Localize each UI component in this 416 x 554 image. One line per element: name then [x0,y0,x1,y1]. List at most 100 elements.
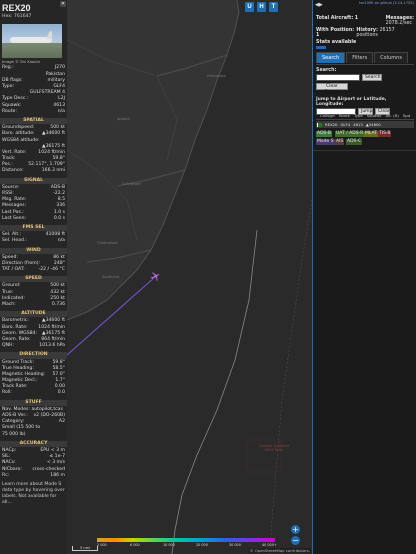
sidebar-tabs: Search Filters Columns [316,52,409,63]
info-key[interactable]: 75 000 lb) [2,432,26,438]
map-button-u[interactable]: U [245,2,254,12]
table-header[interactable]: Callsign [320,113,335,119]
hex-id: Hex: 761647 [2,14,32,20]
sidebar-toggle-icon[interactable]: ◀▶ [315,2,323,8]
map-attribution[interactable]: © OpenStreetMap contributors. [248,548,311,553]
stats-block: Total Aircraft: 1 Messages: 2078.2/sec Wi… [316,16,414,51]
info-row: Sel. Head.: n/a [0,238,67,244]
aircraft-photo-tail [46,31,52,40]
info-value: 0.0 s [53,215,65,221]
info-value: ▲34600 ft [42,131,65,137]
total-aircraft-label: Total Aircraft: [316,16,354,21]
tab-search[interactable]: Search [316,52,346,63]
info-row: Last Seen: 0.0 s [0,216,67,222]
filter-chip[interactable]: ADS-B [316,131,332,137]
info-key[interactable]: WGS84 altitude: [2,138,40,144]
info-value: A2 [58,419,65,425]
table-header[interactable]: Route [339,113,350,119]
place-label: Felixstowe [207,74,226,78]
messages: Messages: 2078.2/sec [386,16,414,26]
aircraft-photo-fuselage [10,37,52,44]
place-label: Chelmsford [97,241,118,245]
info-footer: Learn more about Mode S data type by hov… [2,481,65,506]
flag-icon [317,122,322,127]
map-view[interactable]: Ipswich Colchester Chelmsford Felixstowe Sou… [67,0,312,554]
clear-search-button[interactable]: Clear Search [316,83,348,95]
info-key: Reg.: [2,65,14,71]
table-row[interactable]: REX20 GLF4 4613 ▲34600 [316,121,414,128]
sidebar: tar1090 on github (3.14.1752) ◀▶ Total A… [313,0,416,554]
info-value: -22 / -46 °C [38,267,65,273]
search-button[interactable]: Search [362,74,382,81]
section-header[interactable]: WIND [0,247,67,254]
section-header[interactable]: SPATIAL [0,117,67,125]
info-key[interactable]: TAT / OAT: [2,267,25,273]
aircraft-info-panel: REX20 Hex: 761647 ✕ Image © Shi Xiaolin … [0,0,67,554]
section-header[interactable]: ACCURACY [0,440,67,447]
info-value: 0.736 [51,302,65,308]
filter-chip[interactable]: AIS [335,139,345,145]
filter-chip[interactable]: ADS-C [346,139,363,145]
aircraft-header: REX20 Hex: 761647 ✕ [0,0,67,21]
section-header[interactable]: ALTITUDE [0,311,67,318]
tab-filters[interactable]: Filters [346,52,374,63]
version-link[interactable]: tar1090 on github (3.14.1752) [359,1,414,5]
with-position: With Position: 1 [316,28,356,38]
place-label: Southend [102,275,120,279]
table-header[interactable]: Alt. (ft) [386,113,399,119]
filter-chip[interactable]: UAT / ADS-R [335,131,365,137]
stats-available-label: Stats available [316,40,357,45]
jump-label: Jump to Airport or Latitude, Longitude: [316,97,387,107]
info-row: Mach: 0.736 [0,302,67,308]
callsign[interactable]: REX20 [2,2,65,14]
place-label: Colchester [122,182,142,186]
table-header[interactable]: Squawk [367,113,382,119]
info-key[interactable]: Rc: [2,473,9,479]
search-box: Search: Search Clear Search Jump to Airp… [316,64,414,115]
cell-callsign: REX20 [325,122,338,127]
search-input[interactable] [316,74,360,81]
scale-bar: 5 nmi [72,546,98,551]
tab-columns[interactable]: Columns [374,52,408,63]
info-key[interactable]: Roll: [2,390,12,396]
cell-type: GLF4 [340,122,351,127]
history: History: 26157 positions [356,28,414,38]
source-filter-chips: ADS-B UAT / ADS-R MLAT TIS-B Mode S AIS ADS-C [316,130,414,148]
map-button-h[interactable]: H [257,2,266,12]
cell-squawk: 4613 [353,122,363,127]
info-key[interactable]: Last Seen: [2,216,26,222]
table-header[interactable]: Spd [403,113,410,119]
aircraft-table-header: Callsign Route Type Squawk Alt. (ft) Spd [316,113,414,120]
section-header[interactable]: DIRECTION [0,352,67,359]
section-header[interactable]: STUFF [0,399,67,406]
close-icon[interactable]: ✕ [60,1,66,7]
altitude-legend-label: 20 000 [196,543,208,547]
filter-chip[interactable]: Mode S [316,139,335,145]
info-key[interactable]: QNH: [2,343,14,349]
total-aircraft: Total Aircraft: 1 [316,16,358,26]
section-header[interactable]: SIGNAL [0,177,67,184]
info-value: n/a [57,238,65,244]
zoom-out-button[interactable]: − [291,536,300,545]
section-header[interactable]: FMS SEL [0,224,67,232]
info-key[interactable]: Distance: [2,168,24,174]
info-key[interactable]: Mach: [2,302,16,308]
section-header[interactable]: SPEED [0,276,67,283]
info-value: 1013.6 hPa [39,343,65,349]
aircraft-photo[interactable] [2,24,62,59]
total-aircraft-value: 1 [354,16,359,21]
stats-available: Stats available [316,40,414,51]
altitude-legend-bar [97,538,275,542]
zoom-in-button[interactable]: + [291,525,300,534]
altitude-legend-label: 6 000 [130,543,140,547]
stats-link-bar[interactable] [316,46,326,49]
info-key[interactable]: Sel. Head.: [2,238,27,244]
info-row: Distance: 166.3 nmi [0,168,67,174]
filter-chip[interactable]: TIS-B [378,131,392,137]
info-key: Route: [2,108,17,114]
map-button-t[interactable]: T [269,2,278,12]
table-header[interactable]: Type [354,113,363,119]
filter-chip[interactable]: MLAT [364,131,378,137]
altitude-legend-label: 40 000+ [262,543,277,547]
info-row: QNH: 1013.6 hPa [0,343,67,349]
